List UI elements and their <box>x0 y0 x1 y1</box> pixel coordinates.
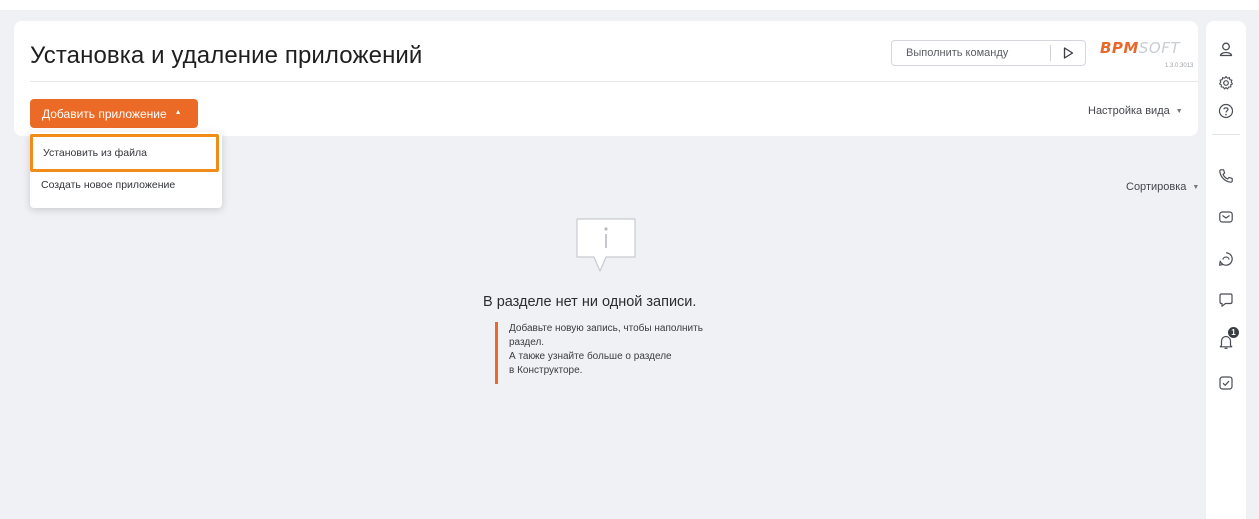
empty-state-line: Добавьте новую запись, чтобы наполнить <box>509 323 703 334</box>
gear-icon[interactable] <box>1216 73 1236 93</box>
logo-part-bpm: BPM <box>1100 39 1139 57</box>
command-input[interactable] <box>892 42 1050 64</box>
help-icon[interactable] <box>1216 101 1236 121</box>
empty-state-line: раздел. <box>509 337 545 348</box>
page-title: Установка и удаление приложений <box>30 42 423 69</box>
chat-icon[interactable] <box>1216 249 1236 269</box>
view-settings-button[interactable]: Настройка вида ▼ <box>1088 105 1183 117</box>
caret-down-icon: ▼ <box>1175 108 1183 115</box>
empty-state-title: В разделе нет ни одной записи. <box>483 294 697 310</box>
info-bubble-icon <box>576 218 638 279</box>
sorting-label: Сортировка <box>1126 181 1187 193</box>
header-card: Установка и удаление приложений BPMSOFT … <box>14 21 1198 136</box>
user-icon[interactable] <box>1216 39 1236 59</box>
right-panel: 1 <box>1206 21 1246 519</box>
view-settings-label: Настройка вида <box>1088 105 1170 117</box>
top-strip <box>0 0 1259 10</box>
panel-divider <box>1212 134 1240 135</box>
add-application-menu: Установить из файла Создать новое прилож… <box>30 132 222 208</box>
phone-icon[interactable] <box>1216 166 1236 186</box>
mail-icon[interactable] <box>1216 207 1236 227</box>
message-icon[interactable] <box>1216 290 1236 310</box>
add-application-label: Добавить приложение <box>42 106 167 121</box>
add-application-button[interactable]: Добавить приложение ▲ <box>30 99 198 128</box>
menu-item-label: Создать новое приложение <box>41 179 176 191</box>
menu-item-create-new-app[interactable]: Создать новое приложение <box>30 174 222 196</box>
caret-down-icon: ▼ <box>1192 184 1200 191</box>
caret-up-icon: ▲ <box>174 109 182 116</box>
empty-state-description: Добавьте новую запись, чтобы наполнить р… <box>495 322 735 384</box>
bell-icon[interactable]: 1 <box>1216 326 1240 352</box>
empty-state-line: А также узнайте больше о разделе <box>509 351 672 362</box>
empty-state-line: в Конструкторе. <box>509 365 583 376</box>
logo-part-soft: SOFT <box>1138 39 1180 57</box>
sorting-button[interactable]: Сортировка ▼ <box>1126 181 1199 193</box>
header-divider <box>30 81 1198 82</box>
run-command-button[interactable] <box>1051 41 1085 65</box>
version-label: 1.3.0.3013 <box>1165 63 1194 69</box>
play-icon <box>1063 47 1073 59</box>
menu-item-install-from-file[interactable]: Установить из файла <box>30 134 219 172</box>
logo: BPMSOFT <box>1100 39 1180 57</box>
menu-item-label: Установить из файла <box>43 147 147 159</box>
checkbox-icon[interactable] <box>1216 373 1236 393</box>
command-box <box>891 40 1086 66</box>
notification-badge: 1 <box>1227 326 1240 339</box>
